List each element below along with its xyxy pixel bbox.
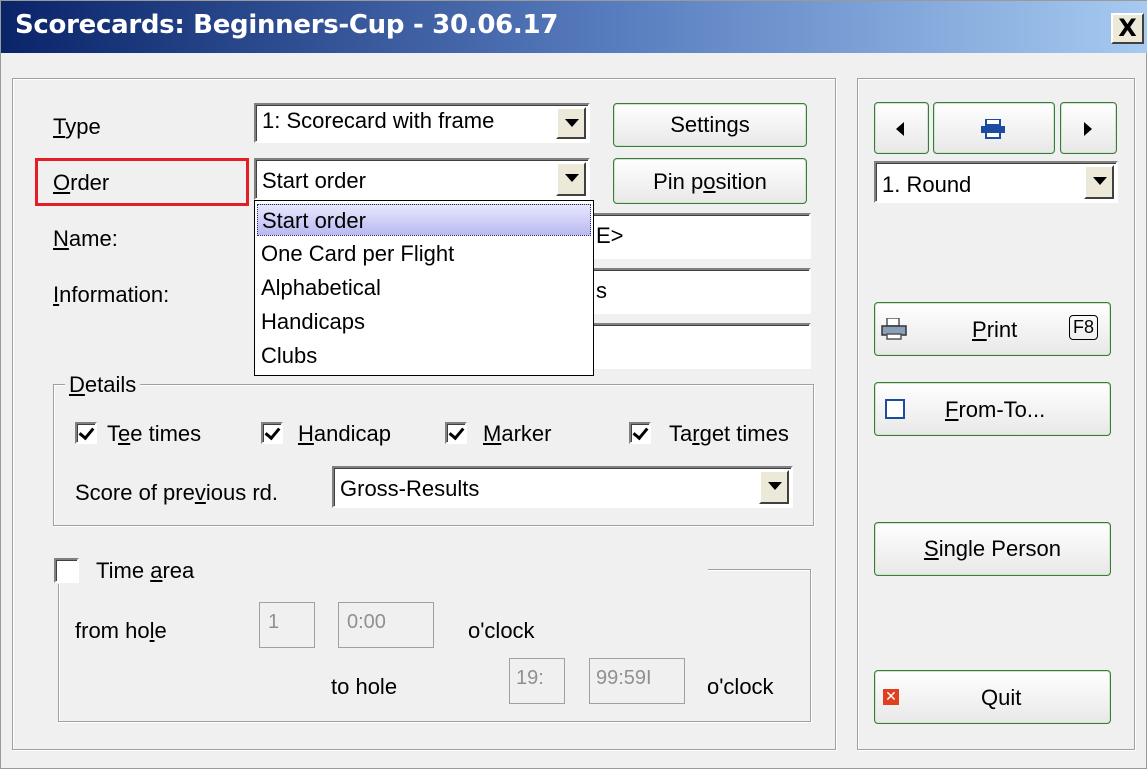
chevron-down-icon[interactable] [556,107,586,139]
list-item[interactable]: Start order [257,204,591,236]
f8-key-badge: F8 [1069,315,1099,340]
time-area-group [58,569,811,722]
printer-setup-button[interactable] [933,102,1055,154]
single-person-button[interactable]: Single Person [874,522,1111,576]
tee-times-checkbox[interactable] [75,422,97,444]
from-hole-label: from hole [75,618,167,643]
round-select[interactable]: 1. Round [874,161,1118,203]
from-hole-field[interactable]: 1 [259,602,315,648]
details-legend: Details [65,372,141,398]
to-hole-value: 19: [516,667,544,689]
list-item[interactable]: Clubs [257,340,591,372]
print-button[interactable]: Print F8 [874,302,1111,356]
pin-position-button[interactable]: Pin position [613,158,807,204]
information-label: Information: [53,282,170,307]
score-previous-select[interactable]: Gross-Results [332,466,793,508]
order-select[interactable]: Start order [254,158,590,200]
target-times-label[interactable]: Target times [669,421,811,447]
chevron-down-icon[interactable] [556,162,586,196]
window-title: Scorecards: Beginners-Cup - 30.06.17 [15,10,559,40]
chevron-down-icon[interactable] [1084,165,1114,199]
previous-button[interactable] [874,102,929,154]
oclock-label-1: o'clock [468,618,535,643]
order-select-value: Start order [262,168,366,193]
quit-button[interactable]: ✕ Quit [874,670,1111,724]
order-dropdown-list[interactable]: Start order One Card per Flight Alphabet… [254,200,594,376]
oclock-label-2: o'clock [707,674,774,699]
from-time-value: 0:00 [347,611,386,633]
handicap-checkbox[interactable] [261,422,283,444]
name-label: Name: [53,226,118,251]
printer-icon [981,118,1005,139]
from-to-button[interactable]: From-To... [874,382,1111,436]
from-hole-value: 1 [268,611,280,633]
chevron-right-icon [1084,122,1092,136]
from-to-label: From-To... [945,397,1046,422]
type-select[interactable]: 1: Scorecard with frame [254,103,590,143]
close-button[interactable]: X [1111,13,1144,44]
score-previous-value: Gross-Results [340,476,480,501]
type-select-value: 1: Scorecard with frame [262,108,495,133]
scorecards-dialog: Scorecards: Beginners-Cup - 30.06.17 X T… [0,0,1147,769]
order-highlight-box [35,158,249,206]
close-icon: ✕ [883,689,899,705]
time-area-checkbox[interactable] [54,558,79,583]
handicap-label[interactable]: Handicap [298,421,391,447]
list-item[interactable]: One Card per Flight [257,238,591,270]
quit-label: Quit [981,685,1022,710]
tee-times-label[interactable]: Tee times [107,421,201,447]
time-area-label[interactable]: Time area [96,558,194,584]
settings-button[interactable]: Settings [613,103,807,147]
to-hole-label: to hole [331,674,398,699]
round-select-value: 1. Round [882,172,972,197]
target-times-checkbox[interactable] [629,422,651,444]
information-field-value: s [596,278,607,303]
name-field-value: E> [596,223,624,248]
single-person-label: Single Person [924,536,1061,561]
marker-label[interactable]: Marker [483,421,551,447]
list-item[interactable]: Alphabetical [257,272,591,304]
type-label: Type [53,114,101,139]
checkbox-icon [885,399,905,419]
print-label: Print [972,317,1018,342]
to-time-value: 99:59I [596,667,652,689]
printer-icon [881,317,907,346]
score-previous-label: Score of previous rd. [75,480,278,505]
to-time-field[interactable]: 99:59I [589,658,685,704]
title-bar[interactable]: Scorecards: Beginners-Cup - 30.06.17 X [1,1,1147,53]
chevron-down-icon[interactable] [759,470,789,504]
next-button[interactable] [1060,102,1117,154]
list-item[interactable]: Handicaps [257,306,591,338]
chevron-left-icon [896,122,904,136]
marker-checkbox[interactable] [445,422,467,444]
to-hole-field[interactable]: 19: [509,658,565,704]
from-time-field[interactable]: 0:00 [338,602,434,648]
